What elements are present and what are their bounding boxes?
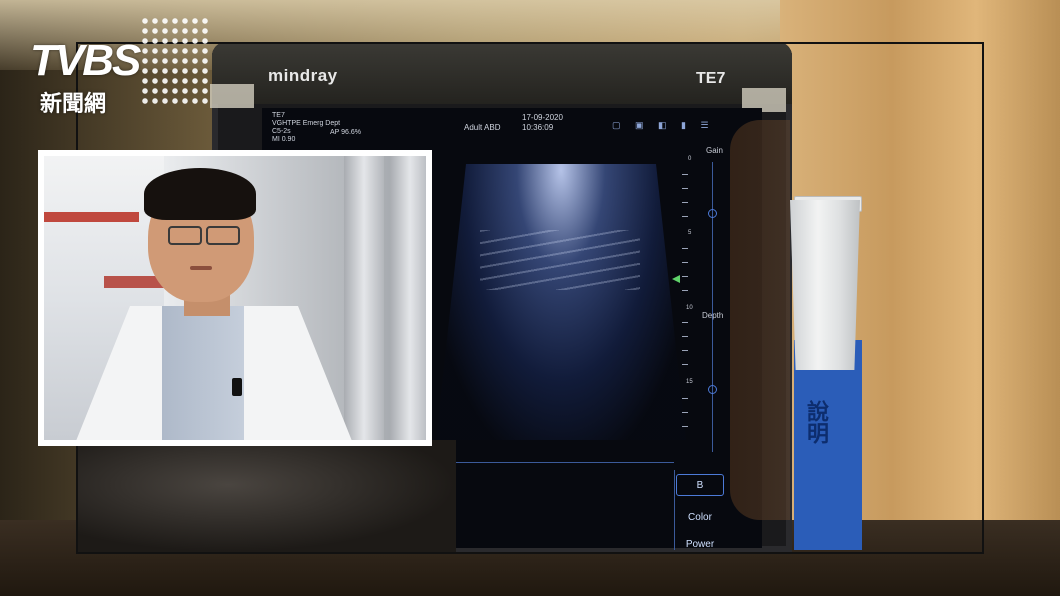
logo-dots [140, 16, 208, 106]
doctor-shirt [162, 306, 244, 440]
lapel-microphone [232, 378, 242, 396]
tvbs-logo: TVBS [30, 36, 141, 85]
interview-photo [44, 156, 426, 440]
tvbs-logo-subtitle: 新聞網 [40, 91, 107, 116]
corridor-stripe [44, 212, 139, 222]
window-frame [390, 156, 426, 440]
doctor-mouth [190, 266, 212, 270]
window-frame [344, 156, 384, 440]
doctor-hair [144, 168, 256, 220]
glasses-icon [206, 226, 240, 245]
glasses-icon [168, 226, 202, 245]
